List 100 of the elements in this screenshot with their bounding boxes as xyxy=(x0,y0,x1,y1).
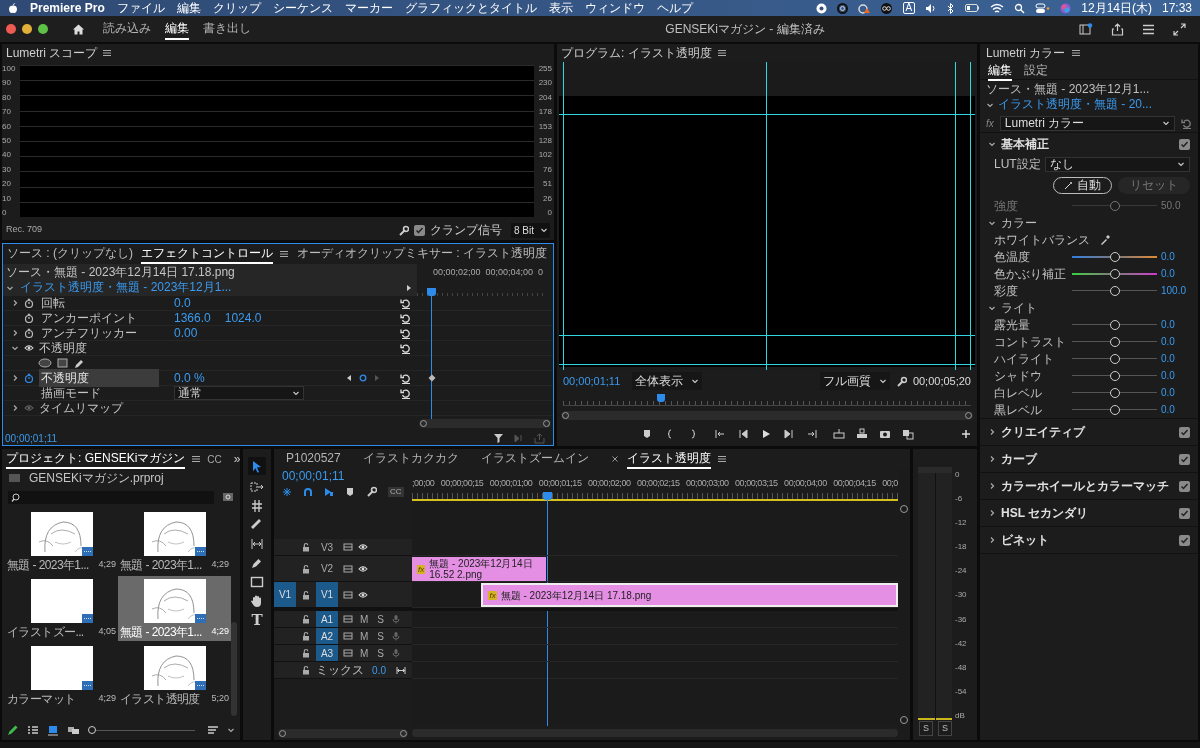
menu-icon[interactable] xyxy=(1142,22,1155,36)
collapse-icon[interactable] xyxy=(396,665,406,675)
chevron-icon[interactable] xyxy=(11,299,19,307)
wrench-icon[interactable] xyxy=(366,486,377,497)
list-view-icon[interactable] xyxy=(27,724,39,736)
menu-item[interactable]: ファイル xyxy=(116,2,165,14)
media-item[interactable]: カラーマット 4;29 xyxy=(5,643,118,708)
slider-value[interactable]: 0.0 xyxy=(1161,385,1193,400)
slider[interactable] xyxy=(1072,336,1157,347)
media-item[interactable]: イラスト透明度 5;20 xyxy=(118,643,231,708)
workspace-tab[interactable]: 読み込み xyxy=(103,18,151,40)
ripple-edit-icon[interactable] xyxy=(250,499,264,513)
checkbox[interactable] xyxy=(414,224,425,236)
slider[interactable] xyxy=(1072,404,1157,415)
record-icon[interactable] xyxy=(815,2,827,14)
reset-icon[interactable] xyxy=(400,312,411,324)
slip-icon[interactable] xyxy=(250,537,264,551)
chevron-icon[interactable] xyxy=(988,509,996,517)
eye-icon[interactable] xyxy=(358,542,368,552)
menu-icon[interactable] xyxy=(716,48,727,58)
section-title[interactable]: 基本補正 xyxy=(1001,135,1049,153)
slider-thumb[interactable] xyxy=(1109,353,1120,364)
battery-icon[interactable] xyxy=(965,3,981,13)
bit-depth-dropdown[interactable]: 8 Bit xyxy=(511,222,550,238)
solo-button[interactable]: S xyxy=(938,720,953,736)
checkbox[interactable] xyxy=(1179,138,1190,150)
slider[interactable] xyxy=(1072,370,1157,381)
section-header[interactable]: クリエイティブ xyxy=(980,418,1198,445)
menu-item[interactable]: ウィンドウ xyxy=(584,2,645,14)
chevron-icon[interactable] xyxy=(988,482,996,490)
pencil-icon[interactable] xyxy=(7,724,19,736)
reset-icon[interactable] xyxy=(400,387,411,399)
chevron-icon[interactable] xyxy=(11,329,19,337)
lock-icon[interactable] xyxy=(301,563,311,574)
sequence-tab[interactable]: イラストカクカク xyxy=(362,449,459,469)
effect-dropdown[interactable]: Lumetri カラー xyxy=(999,115,1175,131)
menu-item[interactable]: シーケンス xyxy=(272,2,333,14)
slider-value[interactable]: 0.0 xyxy=(1161,368,1193,383)
speaker-icon[interactable] xyxy=(925,2,937,14)
keyframe-icon[interactable] xyxy=(427,374,436,382)
slider[interactable] xyxy=(1072,285,1157,296)
rectangle-mask-icon[interactable] xyxy=(57,358,68,368)
property-value[interactable]: 0.00 xyxy=(174,324,198,342)
search-field[interactable] xyxy=(8,490,214,504)
eye-icon[interactable] xyxy=(358,589,368,600)
rectangle-icon[interactable] xyxy=(250,575,264,589)
chevron-icon[interactable] xyxy=(11,404,19,412)
home-icon[interactable] xyxy=(72,22,85,36)
property-value[interactable]: 0.0 % xyxy=(174,369,205,387)
marker-icon[interactable] xyxy=(345,486,355,497)
header-scrollbar[interactable] xyxy=(278,728,408,738)
reset-icon[interactable] xyxy=(400,372,411,384)
input-source[interactable]: A xyxy=(902,2,916,14)
chevron-icon[interactable] xyxy=(988,536,996,544)
panel-tab[interactable]: 編集 xyxy=(988,60,1012,81)
zoom-scrollbar[interactable] xyxy=(561,410,973,420)
step-back-icon[interactable] xyxy=(736,428,749,440)
sequence-tab[interactable]: イラストズームイン xyxy=(480,449,589,469)
lock-icon[interactable] xyxy=(300,665,311,675)
magnet-icon[interactable] xyxy=(303,486,313,497)
triangle-icon[interactable] xyxy=(405,283,413,292)
group-title[interactable]: ライト xyxy=(1001,298,1037,317)
section-header[interactable]: HSL セカンダリ xyxy=(980,499,1198,526)
workspace-tab[interactable]: 編集 xyxy=(165,18,189,40)
group-title[interactable]: カラー xyxy=(1001,213,1037,232)
track-target[interactable]: V2 xyxy=(316,556,338,581)
slider-thumb[interactable] xyxy=(1109,319,1120,330)
slider-value[interactable]: 0.0 xyxy=(1161,317,1193,332)
pen-icon[interactable] xyxy=(73,357,84,369)
panel-tab[interactable]: CC xyxy=(207,451,222,467)
razor-icon[interactable] xyxy=(250,518,264,532)
chevron-icon[interactable] xyxy=(227,726,235,734)
track-target[interactable]: V1 xyxy=(316,582,338,607)
reset-icon[interactable] xyxy=(400,327,411,339)
slider[interactable] xyxy=(1072,251,1157,262)
slider-thumb[interactable] xyxy=(88,726,96,734)
go-to-out-icon[interactable] xyxy=(805,428,818,440)
menu-item[interactable]: 編集 xyxy=(176,2,201,14)
zoom-button[interactable] xyxy=(38,24,48,34)
selection-tool[interactable] xyxy=(248,457,266,475)
media-item[interactable]: 無題 - 2023年1... 4;29 xyxy=(118,576,231,641)
microphone-icon[interactable] xyxy=(391,631,401,641)
clip-name[interactable]: イラスト透明度・無題 - 2023年12月1... xyxy=(20,280,232,295)
slider-thumb[interactable] xyxy=(1109,387,1120,398)
wifi-icon[interactable] xyxy=(990,2,1005,14)
playhead[interactable] xyxy=(542,492,552,500)
slider-value[interactable]: 0.0 xyxy=(1161,402,1193,417)
sort-icon[interactable] xyxy=(207,724,219,736)
slider-thumb[interactable] xyxy=(1109,251,1120,262)
apple-icon[interactable] xyxy=(8,2,18,14)
slider-thumb[interactable] xyxy=(1109,285,1120,296)
lock-icon[interactable] xyxy=(301,614,311,624)
media-item[interactable]: 無題 - 2023年1... 4;29 xyxy=(5,509,118,574)
switch-icon[interactable] xyxy=(1035,2,1051,14)
playhead[interactable] xyxy=(656,394,665,402)
microphone-icon[interactable] xyxy=(391,614,401,624)
section-header[interactable]: カーブ xyxy=(980,445,1198,472)
lock-icon[interactable] xyxy=(301,648,311,658)
camera-icon[interactable] xyxy=(878,428,891,440)
add-icon[interactable] xyxy=(961,429,971,439)
